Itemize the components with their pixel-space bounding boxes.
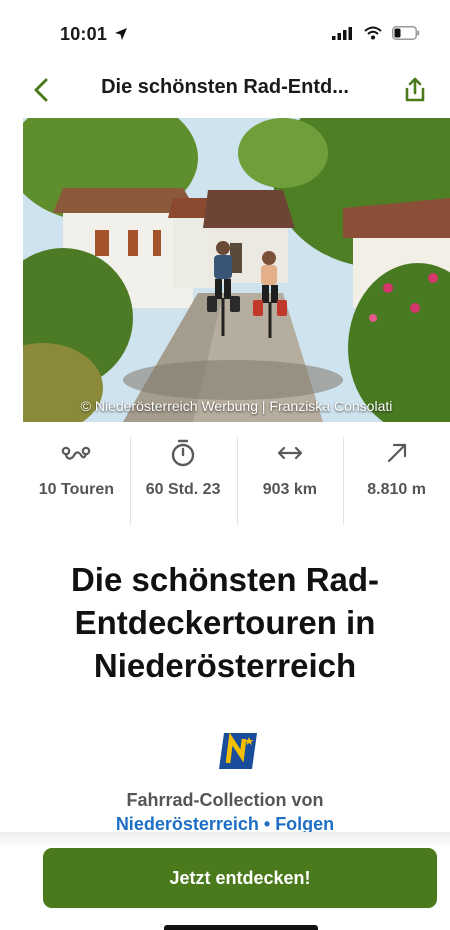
share-icon <box>405 77 425 102</box>
bottom-fade <box>0 832 450 848</box>
niederoesterreich-logo-icon[interactable] <box>218 732 258 770</box>
separator-dot: • <box>263 814 271 834</box>
discover-button[interactable]: Jetzt entdecken! <box>43 848 437 908</box>
distance-arrows-icon <box>276 425 304 481</box>
status-icons <box>332 26 420 40</box>
tours-icon <box>61 425 91 481</box>
hero-image[interactable]: © Niederösterreich Werbung | Franziska C… <box>23 118 450 422</box>
stat-distance: 903 km <box>236 425 344 525</box>
home-indicator <box>164 925 318 930</box>
stat-duration-value: 60 Std. 23 <box>145 481 221 498</box>
stat-tours: 10 Touren <box>23 425 130 525</box>
status-bar: 10:01 <box>0 0 450 64</box>
stat-duration: 60 Std. 23 <box>129 425 237 525</box>
stat-ascent-value: 8.810 m <box>367 481 426 498</box>
stats-row: 10 Touren 60 Std. 23 903 km 8.810 m <box>23 425 450 525</box>
location-arrow-icon <box>115 28 128 40</box>
hero-photo <box>23 118 450 422</box>
navigation-bar: Die schönsten Rad-Entd... <box>0 64 450 116</box>
stat-ascent: 8.810 m <box>343 425 450 525</box>
nav-title: Die schönsten Rad-Entd... <box>101 76 349 98</box>
photo-credit: © Niederösterreich Werbung | Franziska C… <box>80 398 393 414</box>
share-button[interactable] <box>400 74 430 106</box>
collection-title: Die schönsten Rad-Entdeckertouren in Nie… <box>70 561 380 684</box>
battery-icon <box>392 26 420 40</box>
stat-distance-value: 903 km <box>262 481 317 498</box>
stopwatch-icon <box>170 425 196 481</box>
stat-tours-value: 10 Touren <box>38 481 115 498</box>
chevron-left-icon <box>34 78 48 102</box>
cellular-signal-icon <box>332 27 352 40</box>
author-link[interactable]: Niederösterreich <box>116 814 259 834</box>
back-button[interactable] <box>26 75 56 105</box>
wifi-icon <box>364 26 382 40</box>
status-time-text: 10:01 <box>60 24 108 44</box>
collection-by-label: Fahrrad-Collection von <box>126 790 324 810</box>
ascent-arrow-icon <box>386 425 408 481</box>
status-time: 10:01 <box>60 24 128 45</box>
follow-link[interactable]: Folgen <box>275 814 334 834</box>
